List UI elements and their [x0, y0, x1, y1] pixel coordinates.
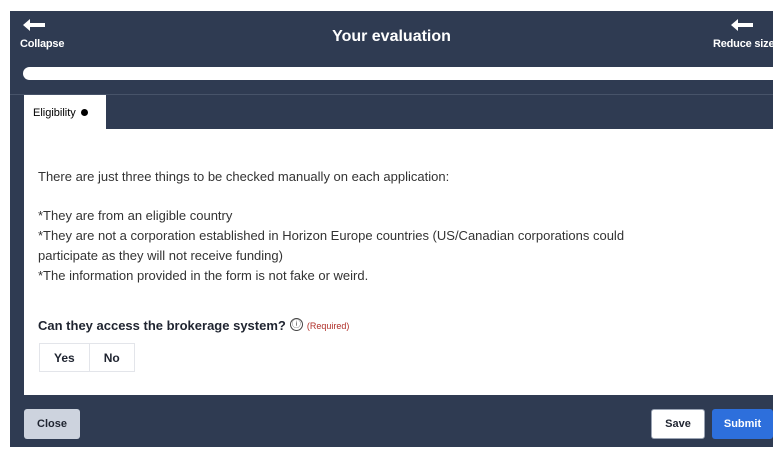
intro-text: There are just three things to be checke…	[38, 169, 450, 184]
arrow-left-icon	[730, 18, 754, 37]
evaluation-panel: Collapse Your evaluation Reduce size Eli…	[10, 11, 773, 447]
close-button[interactable]: Close	[24, 409, 80, 439]
reduce-size-label: Reduce size	[713, 38, 773, 50]
criteria-line: *The information provided in the form is…	[38, 268, 369, 283]
yes-option[interactable]: Yes	[40, 344, 89, 371]
yes-no-choice: Yes No	[39, 343, 135, 372]
tab-eligibility[interactable]: Eligibility	[24, 95, 106, 130]
dot-icon	[80, 109, 88, 116]
save-button[interactable]: Save	[651, 409, 705, 439]
tab-bar: Eligibility	[10, 94, 773, 130]
tab-label: Eligibility	[33, 106, 76, 119]
tab-content: There are just three things to be checke…	[24, 129, 773, 395]
page-title: Your evaluation	[332, 28, 451, 45]
question-text: Can they access the brokerage system?	[38, 318, 286, 333]
criteria-line: *They are from an eligible country	[38, 208, 233, 223]
criteria-line: participate as they will not receive fun…	[38, 248, 283, 263]
info-icon[interactable]: ⓘ	[289, 318, 303, 331]
criteria-line: *They are not a corporation established …	[38, 228, 625, 243]
progress-bar	[23, 67, 773, 80]
panel-footer: Close Save Submit	[10, 395, 773, 447]
required-label: (Required)	[306, 321, 350, 331]
question-label: Can they access the brokerage system? ⓘ (R…	[38, 318, 349, 334]
no-option[interactable]: No	[88, 344, 134, 371]
panel-header: Collapse Your evaluation Reduce size	[10, 11, 773, 63]
reduce-size-button[interactable]: Reduce size	[710, 11, 773, 63]
submit-button[interactable]: Submit	[712, 409, 773, 439]
